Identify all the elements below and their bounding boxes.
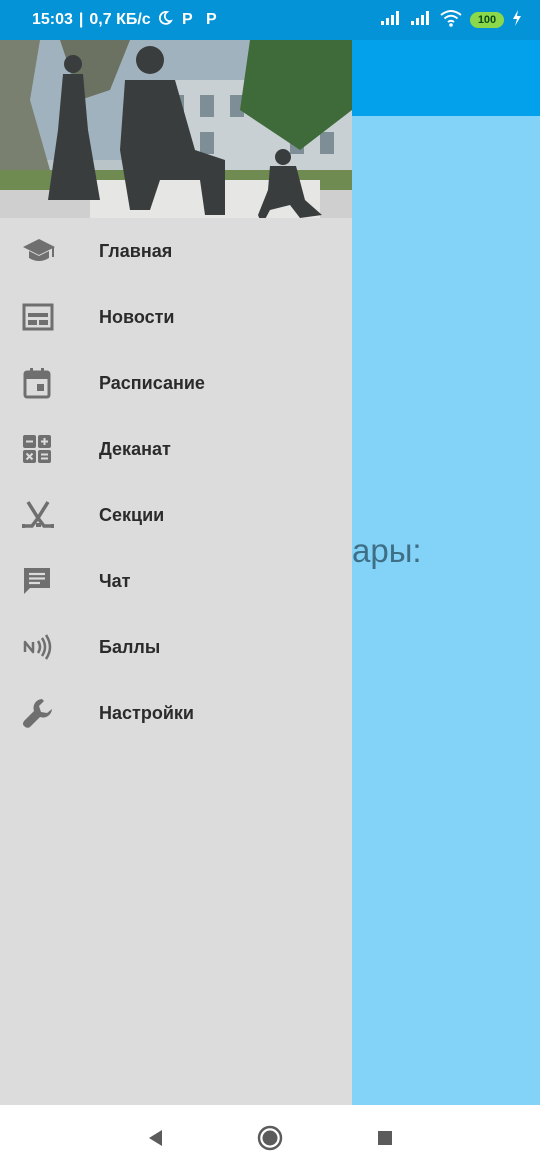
wifi-icon [440, 9, 462, 32]
status-time: 15:03 [32, 11, 73, 28]
drawer-item-sections[interactable]: Секции [0, 482, 352, 548]
calculator-icon [0, 434, 99, 464]
drawer-item-schedule[interactable]: Расписание [0, 350, 352, 416]
drawer-header-image [0, 40, 352, 218]
drawer-item-deanery[interactable]: Деканат [0, 416, 352, 482]
drawer-item-label: Деканат [99, 438, 171, 459]
drawer-item-label: Расписание [99, 372, 205, 393]
drawer-item-label: Секции [99, 504, 165, 525]
news-icon [0, 302, 99, 332]
recents-icon[interactable] [370, 1123, 400, 1153]
drawer-item-chat[interactable]: Чат [0, 548, 352, 614]
hockey-icon [0, 500, 99, 530]
charging-icon [512, 9, 522, 31]
drawer-item-news[interactable]: Новости [0, 284, 352, 350]
school-icon [0, 236, 99, 266]
main-content-text: ары: [352, 532, 422, 569]
nfc-icon [0, 634, 99, 660]
drawer-item-label: Чат [99, 570, 131, 591]
calendar-icon [0, 367, 99, 399]
svg-text:P: P [182, 11, 193, 27]
drawer-item-label: Баллы [99, 636, 161, 657]
system-nav-bar [0, 1105, 540, 1170]
drawer-item-label: Настройки [99, 702, 194, 723]
battery-indicator: 100 [470, 12, 504, 28]
moon-icon [157, 10, 173, 31]
navigation-drawer: Главная Новости Расписание Деканат Секци… [0, 40, 352, 1105]
app-notification-icon: P [203, 9, 221, 32]
signal-icon [410, 10, 432, 31]
chat-icon [0, 566, 99, 596]
drawer-item-settings[interactable]: Настройки [0, 680, 352, 746]
drawer-item-home[interactable]: Главная [0, 218, 352, 284]
signal-icon [380, 10, 402, 31]
home-icon[interactable] [255, 1123, 285, 1153]
wrench-icon [0, 697, 99, 729]
drawer-menu: Главная Новости Расписание Деканат Секци… [0, 218, 352, 746]
drawer-item-label: Новости [99, 306, 175, 327]
app-notification-icon: P [179, 9, 197, 32]
back-icon[interactable] [140, 1123, 170, 1153]
status-bar: 15:03 | 0,7 КБ/с P P 100 [0, 0, 540, 40]
status-separator: | [78, 11, 84, 28]
status-net-speed: 0,7 КБ/с [89, 11, 151, 28]
drawer-item-points[interactable]: Баллы [0, 614, 352, 680]
svg-text:P: P [206, 11, 217, 27]
drawer-item-label: Главная [99, 240, 173, 261]
